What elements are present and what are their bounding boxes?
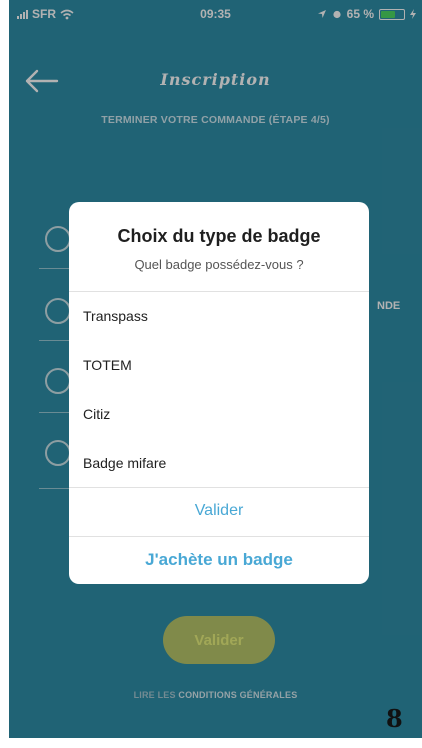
phone-frame: SFR 09:35 65 % Inscription TERMINER VOTR… (9, 0, 422, 748)
dialog-title: Choix du type de badge (117, 226, 321, 246)
buy-badge-button[interactable]: J'achète un badge (69, 550, 369, 570)
option-totem[interactable]: TOTEM (83, 357, 132, 373)
app-screen: SFR 09:35 65 % Inscription TERMINER VOTR… (9, 0, 422, 738)
option-badge-mifare[interactable]: Badge mifare (83, 455, 166, 471)
dialog-divider (69, 291, 369, 292)
dialog-validate-button[interactable]: Valider (69, 502, 369, 520)
dialog-divider (69, 487, 369, 488)
page-number: 8 (386, 704, 403, 733)
dialog-divider (69, 536, 369, 537)
badge-type-dialog: Choix du type de badge Quel badge posséd… (69, 202, 369, 584)
dialog-subtitle: Quel badge possédez-vous ? (134, 257, 304, 272)
option-citiz[interactable]: Citiz (83, 406, 110, 422)
option-transpass[interactable]: Transpass (83, 308, 148, 324)
